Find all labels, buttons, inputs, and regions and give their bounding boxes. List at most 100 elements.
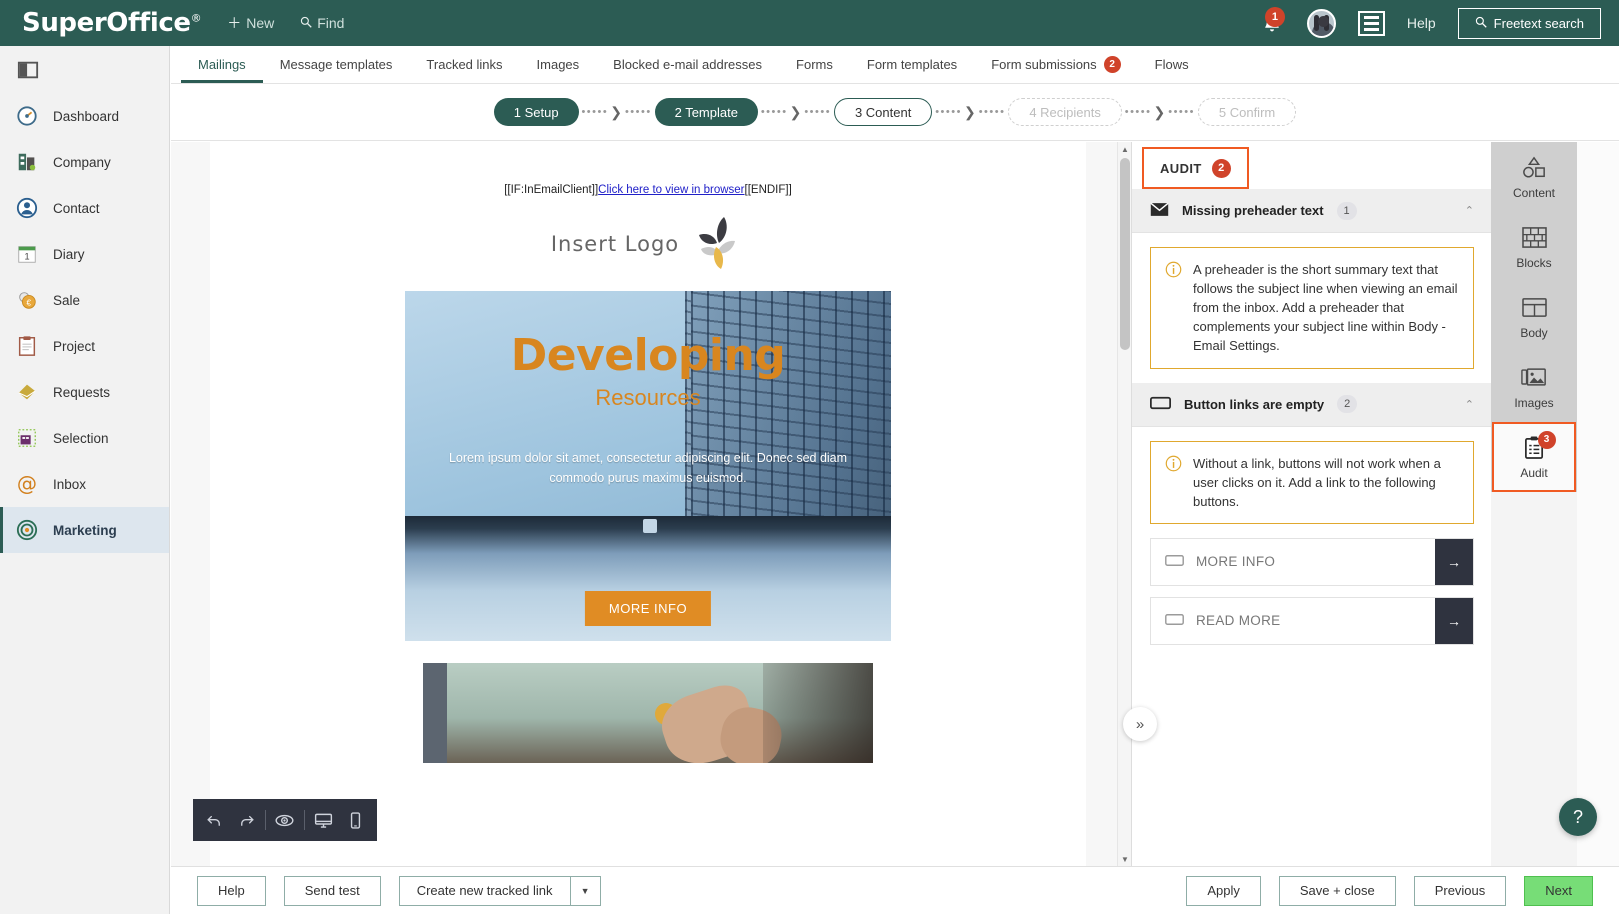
view-in-browser-link[interactable]: Click here to view in browser [598,184,744,196]
step-2-template[interactable]: 2 Template [654,98,758,126]
rail-item-content[interactable]: Content [1491,142,1577,212]
left-sidebar: Dashboard Company Contact 1 Diary € Sale… [0,46,170,914]
step-3-content[interactable]: 3 Content [833,98,933,126]
goto-button[interactable]: → [1435,538,1473,585]
sidebar-item-label: Company [53,154,111,170]
search-icon [300,15,312,31]
audit-info-box: A preheader is the short summary text th… [1150,247,1474,369]
sidebar-item-requests[interactable]: Requests [0,369,169,415]
email-preview-canvas[interactable]: [[IF:InEmailClient]]Click here to view i… [171,142,1131,866]
scrollbar-thumb[interactable] [1120,158,1130,350]
step-1-setup[interactable]: 1 Setup [493,98,579,126]
view-in-browser-line: [[IF:InEmailClient]]Click here to view i… [405,142,891,196]
step-connector: ••••• ❯ ••••• [579,104,655,121]
desktop-icon[interactable] [310,810,336,831]
tab-mailings[interactable]: Mailings [181,46,263,83]
undo-icon[interactable] [202,811,228,830]
rail-item-images[interactable]: Images [1491,352,1577,422]
hamburger-menu-icon[interactable] [1357,10,1385,36]
main-content-area: Mailings Message templates Tracked links… [171,46,1619,914]
audit-clipboard-icon: 3 [1523,430,1556,461]
eye-icon[interactable] [272,810,298,831]
logo-block[interactable]: Insert Logo [405,196,891,291]
new-button[interactable]: ＋ New [227,13,274,33]
next-button[interactable]: Next [1524,875,1593,906]
step-connector: ••••• ❯ ••••• [932,104,1008,121]
sidebar-item-inbox[interactable]: @ Inbox [0,461,169,507]
rail-item-label: Blocks [1516,255,1552,270]
tab-label: Forms [796,57,833,72]
audit-section-header[interactable]: Button links are empty 2 ⌃ [1132,382,1491,427]
sidebar-item-label: Sale [53,292,81,308]
tab-message-templates[interactable]: Message templates [263,46,410,83]
audit-count-badge: 2 [1211,158,1231,178]
email-document: [[IF:InEmailClient]]Click here to view i… [210,142,1086,866]
send-test-button[interactable]: Send test [283,875,381,906]
audit-panel-header[interactable]: AUDIT 2 [1142,147,1249,189]
help-button[interactable]: Help [197,875,266,906]
tab-form-submissions[interactable]: Form submissions 2 [974,46,1137,83]
rail-badge: 3 [1537,430,1556,449]
collapse-panel-button[interactable]: » [1123,707,1157,741]
sidebar-toggle-button[interactable] [0,46,169,93]
goto-button[interactable]: → [1435,597,1473,644]
sidebar-item-diary[interactable]: 1 Diary [0,231,169,277]
freetext-search-label: Freetext search [1493,15,1584,31]
sidebar-item-contact[interactable]: Contact [0,185,169,231]
redo-icon[interactable] [234,811,260,830]
second-photo-block[interactable] [423,663,873,763]
sidebar-item-selection[interactable]: Selection [0,415,169,461]
step-5-confirm[interactable]: 5 Confirm [1197,98,1297,126]
header-help-link[interactable]: Help [1407,15,1436,31]
chevron-up-icon[interactable]: ⌃ [1465,398,1474,411]
audit-section-header[interactable]: Missing preheader text 1 ⌃ [1132,189,1491,233]
tab-images[interactable]: Images [520,46,597,83]
apply-button[interactable]: Apply [1186,875,1261,906]
help-floating-button[interactable]: ? [1559,798,1597,836]
previous-button[interactable]: Previous [1413,875,1507,906]
freetext-search-button[interactable]: Freetext search [1457,7,1601,39]
chevron-up-icon[interactable]: ⌃ [1465,204,1474,217]
sidebar-item-sale[interactable]: € Sale [0,277,169,323]
rail-item-blocks[interactable]: Blocks [1491,212,1577,282]
notifications-button[interactable]: 1 [1259,7,1285,37]
user-avatar[interactable] [1306,8,1336,38]
sidebar-item-project[interactable]: Project [0,323,169,369]
step-4-recipients[interactable]: 4 Recipients [1008,98,1122,126]
tab-tracked-links[interactable]: Tracked links [409,46,519,83]
toolbar-divider [303,810,305,830]
save-and-close-button[interactable]: Save + close [1278,875,1396,906]
tab-flows[interactable]: Flows [1138,46,1206,83]
rail-item-body[interactable]: Body [1491,282,1577,352]
sidebar-item-marketing[interactable]: Marketing [0,507,169,553]
scroll-up-arrow-icon[interactable]: ▲ [1118,142,1131,156]
photo-blur-overlay [763,663,873,763]
audit-issue-label-wrap: READ MORE [1151,613,1435,629]
editor-floating-toolbar [193,799,377,841]
avatar-head [1317,15,1329,27]
hero-more-info-button[interactable]: MORE INFO [584,591,712,626]
tab-forms[interactable]: Forms [779,46,850,83]
mailings-tabbar: Mailings Message templates Tracked links… [171,46,1619,84]
canvas-scrollbar[interactable]: ▲ ▼ [1117,142,1131,866]
calendar-icon: 1 [15,242,39,266]
brand-text: SuperOffice [22,8,191,38]
new-label: New [246,15,275,31]
create-tracked-link-button[interactable]: Create new tracked link ▼ [398,875,601,906]
sidebar-item-dashboard[interactable]: Dashboard [0,93,169,139]
mobile-icon[interactable] [342,810,368,831]
find-button[interactable]: Find [300,15,344,31]
insert-logo-label: Insert Logo [550,231,680,256]
tab-form-templates[interactable]: Form templates [850,46,974,83]
chevron-down-icon[interactable]: ▼ [569,876,600,905]
create-tracked-link-label: Create new tracked link [416,883,553,898]
step-label: 1 Setup [513,104,559,120]
rail-item-audit[interactable]: 3 Audit [1492,422,1576,492]
scroll-down-arrow-icon[interactable]: ▼ [1118,852,1131,866]
hero-banner[interactable]: Developing Resources Lorem ipsum dolor s… [405,291,891,641]
step-label: 4 Recipients [1029,104,1101,120]
audit-title: AUDIT [1160,160,1202,176]
tab-blocked-email-addresses[interactable]: Blocked e-mail addresses [596,46,779,83]
superoffice-logo[interactable]: SuperOffice® [22,8,202,38]
sidebar-item-company[interactable]: Company [0,139,169,185]
